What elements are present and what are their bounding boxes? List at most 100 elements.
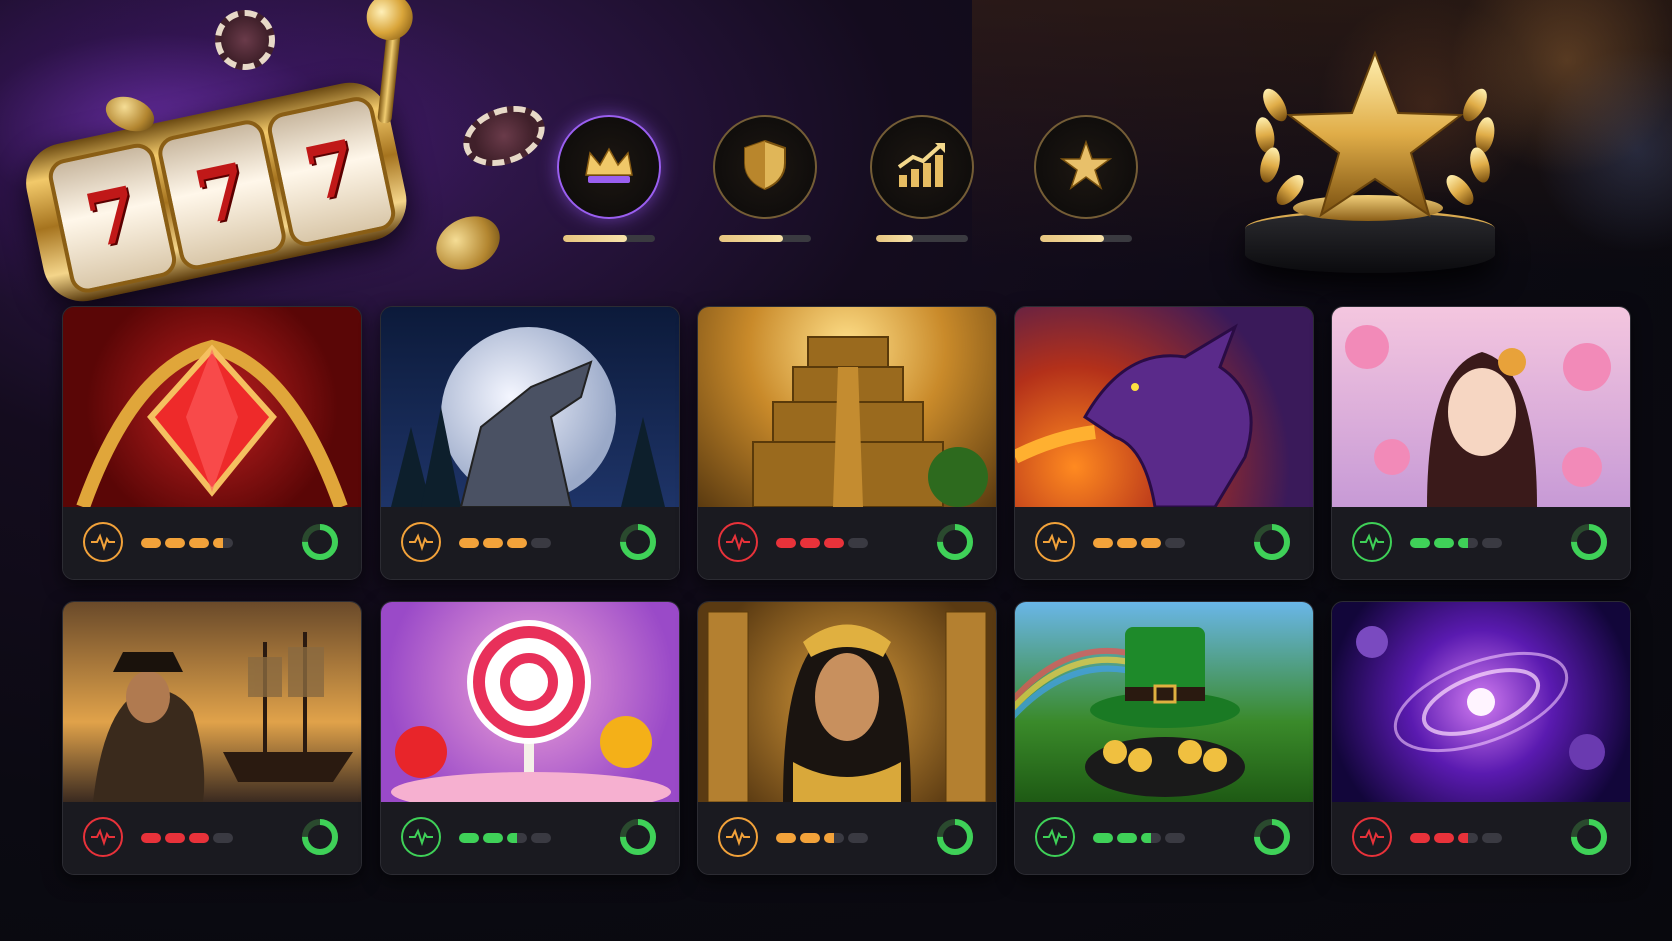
pulse-icon <box>1352 817 1392 857</box>
volatility-segment <box>165 833 185 843</box>
game-card-footer <box>1332 802 1630 874</box>
feature-tab-circle <box>1034 115 1138 219</box>
feature-progress-fill <box>876 235 913 242</box>
volatility-segment <box>1458 538 1478 548</box>
feature-progress-bar <box>876 235 968 242</box>
volatility-segment <box>189 538 209 548</box>
volatility-segment <box>800 538 820 548</box>
game-thumbnail <box>63 307 361 507</box>
volatility-segment <box>1117 538 1137 548</box>
volatility-meter <box>1093 833 1185 843</box>
volatility-segment <box>1410 833 1430 843</box>
game-thumbnail <box>1015 307 1313 507</box>
casino-chip-icon <box>215 10 275 70</box>
game-card-footer <box>1015 802 1313 874</box>
pulse-icon <box>83 817 123 857</box>
pulse-icon <box>83 522 123 562</box>
rtp-ring-icon <box>1571 819 1607 855</box>
rtp-ring-icon <box>620 819 656 855</box>
feature-tab-star[interactable] <box>1034 115 1138 242</box>
volatility-segment <box>165 538 185 548</box>
game-card-footer <box>381 507 679 579</box>
volatility-segment <box>1165 538 1185 548</box>
feature-progress-fill <box>719 235 784 242</box>
volatility-meter <box>141 833 233 843</box>
trophy-illustration <box>1215 45 1515 285</box>
game-card-moon-wolf[interactable] <box>380 306 680 580</box>
volatility-segment <box>531 833 551 843</box>
volatility-segment <box>1117 833 1137 843</box>
game-card-cosmic-galaxy[interactable] <box>1331 601 1631 875</box>
game-card-blossom-princess[interactable] <box>1331 306 1631 580</box>
rtp-ring-icon <box>1254 819 1290 855</box>
volatility-meter <box>776 833 868 843</box>
volatility-segment <box>824 538 844 548</box>
feature-tab-growth-chart[interactable] <box>870 115 974 242</box>
game-card-footer <box>1332 507 1630 579</box>
feature-progress-bar <box>719 235 811 242</box>
game-card-fire-dragon[interactable] <box>1014 306 1314 580</box>
feature-tab-crown[interactable] <box>557 115 661 242</box>
volatility-segment <box>1458 833 1478 843</box>
feature-tab-circle <box>557 115 661 219</box>
game-card-aztec-temple[interactable] <box>697 306 997 580</box>
volatility-meter <box>459 833 551 843</box>
pulse-icon <box>1035 522 1075 562</box>
volatility-meter <box>776 538 868 548</box>
volatility-segment <box>848 538 868 548</box>
volatility-segment <box>1141 538 1161 548</box>
crown-icon <box>582 145 636 190</box>
volatility-meter <box>141 538 233 548</box>
volatility-segment <box>800 833 820 843</box>
game-thumbnail <box>698 602 996 802</box>
volatility-segment <box>189 833 209 843</box>
volatility-segment <box>1482 538 1502 548</box>
volatility-segment <box>141 833 161 843</box>
feature-progress-fill <box>1040 235 1105 242</box>
game-card-red-gem[interactable] <box>62 306 362 580</box>
rtp-ring-icon <box>302 819 338 855</box>
volatility-segment <box>776 833 796 843</box>
volatility-segment <box>1434 538 1454 548</box>
volatility-meter <box>1093 538 1185 548</box>
volatility-meter <box>1410 833 1502 843</box>
game-card-footer <box>63 507 361 579</box>
game-thumbnail <box>1015 602 1313 802</box>
feature-progress-fill <box>563 235 628 242</box>
rtp-ring-icon <box>302 524 338 560</box>
star-laurel-icon <box>1255 50 1495 218</box>
game-card-candy-land[interactable] <box>380 601 680 875</box>
volatility-segment <box>1482 833 1502 843</box>
pulse-icon <box>401 817 441 857</box>
volatility-segment <box>483 833 503 843</box>
pulse-icon <box>718 522 758 562</box>
volatility-segment <box>459 833 479 843</box>
feature-tab-shield[interactable] <box>713 115 817 242</box>
game-card-egyptian-queen[interactable] <box>697 601 997 875</box>
game-card-footer <box>63 802 361 874</box>
volatility-segment <box>848 833 868 843</box>
volatility-segment <box>213 538 233 548</box>
game-card-footer <box>698 802 996 874</box>
game-thumbnail <box>1332 602 1630 802</box>
game-card-footer <box>381 802 679 874</box>
game-card-footer <box>1015 507 1313 579</box>
volatility-segment <box>141 538 161 548</box>
volatility-segment <box>459 538 479 548</box>
feature-tab-circle <box>870 115 974 219</box>
rtp-ring-icon <box>1571 524 1607 560</box>
pulse-icon <box>718 817 758 857</box>
volatility-segment <box>776 538 796 548</box>
game-card-pirate-ship[interactable] <box>62 601 362 875</box>
volatility-meter <box>1410 538 1502 548</box>
volatility-segment <box>1410 538 1430 548</box>
feature-tab-circle <box>713 115 817 219</box>
volatility-meter <box>459 538 551 548</box>
game-card-leprechaun-gold[interactable] <box>1014 601 1314 875</box>
game-thumbnail <box>381 602 679 802</box>
feature-progress-bar <box>1040 235 1132 242</box>
game-thumbnail <box>63 602 361 802</box>
volatility-segment <box>1165 833 1185 843</box>
rtp-ring-icon <box>937 819 973 855</box>
pulse-icon <box>1035 817 1075 857</box>
